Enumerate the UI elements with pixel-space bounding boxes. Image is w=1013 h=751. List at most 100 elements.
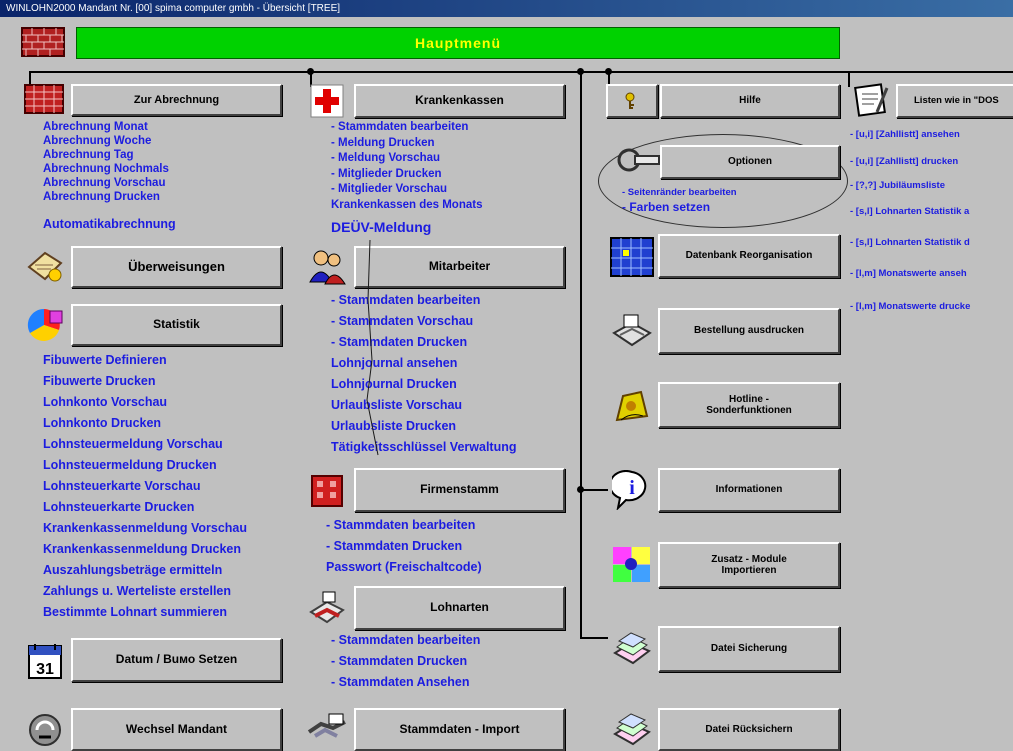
hotline-icon <box>606 383 658 429</box>
hotline-sonderfunktionen-button[interactable]: Hotline - Sonderfunktionen <box>658 382 840 428</box>
abrechnung-item[interactable]: Abrechnung Monat <box>43 120 169 134</box>
statistik-item[interactable]: Lohnkonto Vorschau <box>43 392 247 413</box>
abrechnung-item[interactable]: Abrechnung Nochmals <box>43 162 169 176</box>
lohnarten-item[interactable]: - Stammdaten Drucken <box>331 651 480 672</box>
statistik-button[interactable]: Statistik <box>71 304 282 346</box>
statistik-item[interactable]: Fibuwerte Drucken <box>43 371 247 392</box>
datei-ruecksichern-button[interactable]: Datei Rücksichern <box>658 708 840 751</box>
statistik-item[interactable]: Lohnkonto Drucken <box>43 413 247 434</box>
listen-item[interactable]: - [s,l] Lohnarten Statistik a <box>850 205 969 219</box>
statistik-item[interactable]: Lohnsteuermeldung Drucken <box>43 455 247 476</box>
lohnarten-item[interactable]: - Stammdaten bearbeiten <box>331 630 480 651</box>
listen-item[interactable]: - [u,i] [Zahllistt] drucken <box>850 155 958 169</box>
statistik-label: Statistik <box>153 317 200 332</box>
krankenkassen-item[interactable]: - Meldung Vorschau <box>331 151 482 167</box>
krankenkassen-list: - Stammdaten bearbeiten - Meldung Drucke… <box>331 120 482 213</box>
switch-client-icon <box>22 708 68 751</box>
lohnarten-item[interactable]: - Stammdaten Ansehen <box>331 672 480 693</box>
datum-bumo-label: Datum / Buмо Setzen <box>115 652 238 667</box>
svg-text:31: 31 <box>36 661 54 678</box>
firmenstamm-item[interactable]: - Stammdaten Drucken <box>326 536 482 557</box>
lohnarten-list: - Stammdaten bearbeiten - Stammdaten Dru… <box>331 630 480 693</box>
statistik-item[interactable]: Auszahlungsbeträge ermitteln <box>43 560 247 581</box>
optionen-item[interactable]: - Seitenränder bearbeiten <box>622 186 737 199</box>
bestellung-label: Bestellung ausdrucken <box>693 325 805 337</box>
zur-abrechnung-label: Zur Abrechnung <box>133 93 220 106</box>
krankenkassen-item[interactable]: Krankenkassen des Monats <box>331 198 482 214</box>
informationen-button[interactable]: Informationen <box>658 468 840 512</box>
calendar-icon: 31 <box>22 639 68 683</box>
lohnarten-button[interactable]: Lohnarten <box>354 586 565 630</box>
krankenkassen-item[interactable]: - Mitglieder Drucken <box>331 167 482 183</box>
database-grid-icon <box>606 234 658 280</box>
abrechnung-item[interactable]: Abrechnung Vorschau <box>43 176 169 190</box>
krankenkassen-item[interactable]: - Mitglieder Vorschau <box>331 182 482 198</box>
help-key-icon[interactable] <box>606 84 658 118</box>
zur-abrechnung-button[interactable]: Zur Abrechnung <box>71 84 282 116</box>
krankenkassen-item[interactable]: - Stammdaten bearbeiten <box>331 120 482 136</box>
key-icon <box>625 92 635 109</box>
hilfe-label: Hilfe <box>739 95 761 107</box>
abrechnung-item[interactable]: Abrechnung Woche <box>43 134 169 148</box>
tree-line-spine-connector <box>580 489 608 491</box>
listen-item[interactable]: - [l,m] Monatswerte anseh <box>850 267 967 281</box>
brick-wall-icon <box>16 24 70 60</box>
info-icon: i <box>606 467 658 513</box>
wage-types-icon <box>304 587 350 631</box>
informationen-label: Informationen <box>715 484 783 496</box>
printer-icon <box>606 308 658 354</box>
listen-item[interactable]: - [?,?] Jubiläumsliste <box>850 179 945 193</box>
statistik-item[interactable]: Krankenkassenmeldung Vorschau <box>43 518 247 539</box>
optionen-item[interactable]: - Farben setzen <box>622 199 737 215</box>
hotline-label: Hotline - Sonderfunktionen <box>706 393 792 417</box>
people-icon <box>304 244 350 288</box>
datei-ruecksichern-label: Datei Rücksichern <box>705 723 793 735</box>
lists-icon <box>850 80 894 120</box>
zusatz-label: Zusatz - Module Importieren <box>711 553 787 577</box>
automatikabrechnung-link[interactable]: Automatikabrechnung <box>43 214 176 235</box>
stammdaten-import-button[interactable]: Stammdaten - Import <box>354 708 565 751</box>
abrechnung-item[interactable]: Abrechnung Drucken <box>43 190 169 204</box>
datei-sicherung-button[interactable]: Datei Sicherung <box>658 626 840 672</box>
ueberweisungen-button[interactable]: Überweisungen <box>71 246 282 288</box>
listen-item[interactable]: - [u,i] [Zahllistt] ansehen <box>850 128 960 142</box>
statistik-list: Fibuwerte Definieren Fibuwerte Drucken L… <box>43 350 247 623</box>
firmenstamm-item[interactable]: Passwort (Freischaltcode) <box>326 557 482 578</box>
wechsel-mandant-label: Wechsel Mandant <box>125 721 228 736</box>
listen-item[interactable]: - [s,l] Lohnarten Statistik d <box>850 236 970 250</box>
krankenkassen-label: Krankenkassen <box>415 93 504 108</box>
hilfe-button[interactable]: Hilfe <box>660 84 840 118</box>
calculator-icon <box>21 81 67 117</box>
bestellung-ausdrucken-button[interactable]: Bestellung ausdrucken <box>658 308 840 354</box>
firmenstamm-item[interactable]: - Stammdaten bearbeiten <box>326 515 482 536</box>
statistik-item[interactable]: Lohnsteuerkarte Vorschau <box>43 476 247 497</box>
statistik-item[interactable]: Krankenkassenmeldung Drucken <box>43 539 247 560</box>
statistik-item[interactable]: Lohnsteuermeldung Vorschau <box>43 434 247 455</box>
optionen-button[interactable]: Optionen <box>660 145 840 179</box>
listen-wie-in-dos-button[interactable]: Listen wie in "DOS <box>896 84 1013 118</box>
firmenstamm-button[interactable]: Firmenstamm <box>354 468 565 512</box>
stammdaten-import-label: Stammdaten - Import <box>399 721 520 736</box>
datenbank-reorganisation-button[interactable]: Datenbank Reorganisation <box>658 234 840 278</box>
red-cross-icon <box>304 82 350 120</box>
tree-line-top <box>29 71 1013 73</box>
deuv-meldung-link[interactable]: DEÜV-Meldung <box>331 218 431 236</box>
firmenstamm-label: Firmenstamm <box>420 482 499 497</box>
krankenkassen-button[interactable]: Krankenkassen <box>354 84 565 118</box>
backup-disks-icon <box>606 626 658 672</box>
krankenkassen-item[interactable]: - Meldung Drucken <box>331 136 482 152</box>
window-title-bar: WINLOHN2000 Mandant Nr. [00] spima compu… <box>0 0 1013 17</box>
datum-bumo-setzen-button[interactable]: Datum / Buмо Setzen <box>71 638 282 682</box>
listen-item[interactable]: - [l,m] Monatswerte drucke <box>850 300 970 314</box>
firmenstamm-list: - Stammdaten bearbeiten - Stammdaten Dru… <box>326 515 482 578</box>
statistik-item[interactable]: Bestimmte Lohnart summieren <box>43 602 247 623</box>
mitarbeiter-label: Mitarbeiter <box>428 259 491 274</box>
statistik-item[interactable]: Fibuwerte Definieren <box>43 350 247 371</box>
abrechnung-item[interactable]: Abrechnung Tag <box>43 148 169 162</box>
statistik-item[interactable]: Zahlungs u. Werteliste erstellen <box>43 581 247 602</box>
optionen-label: Optionen <box>728 156 772 168</box>
wechsel-mandant-button[interactable]: Wechsel Mandant <box>71 708 282 751</box>
statistik-item[interactable]: Lohnsteuerkarte Drucken <box>43 497 247 518</box>
zusatz-module-importieren-button[interactable]: Zusatz - Module Importieren <box>658 542 840 588</box>
main-menu-title: Hauptmenü <box>415 35 501 51</box>
